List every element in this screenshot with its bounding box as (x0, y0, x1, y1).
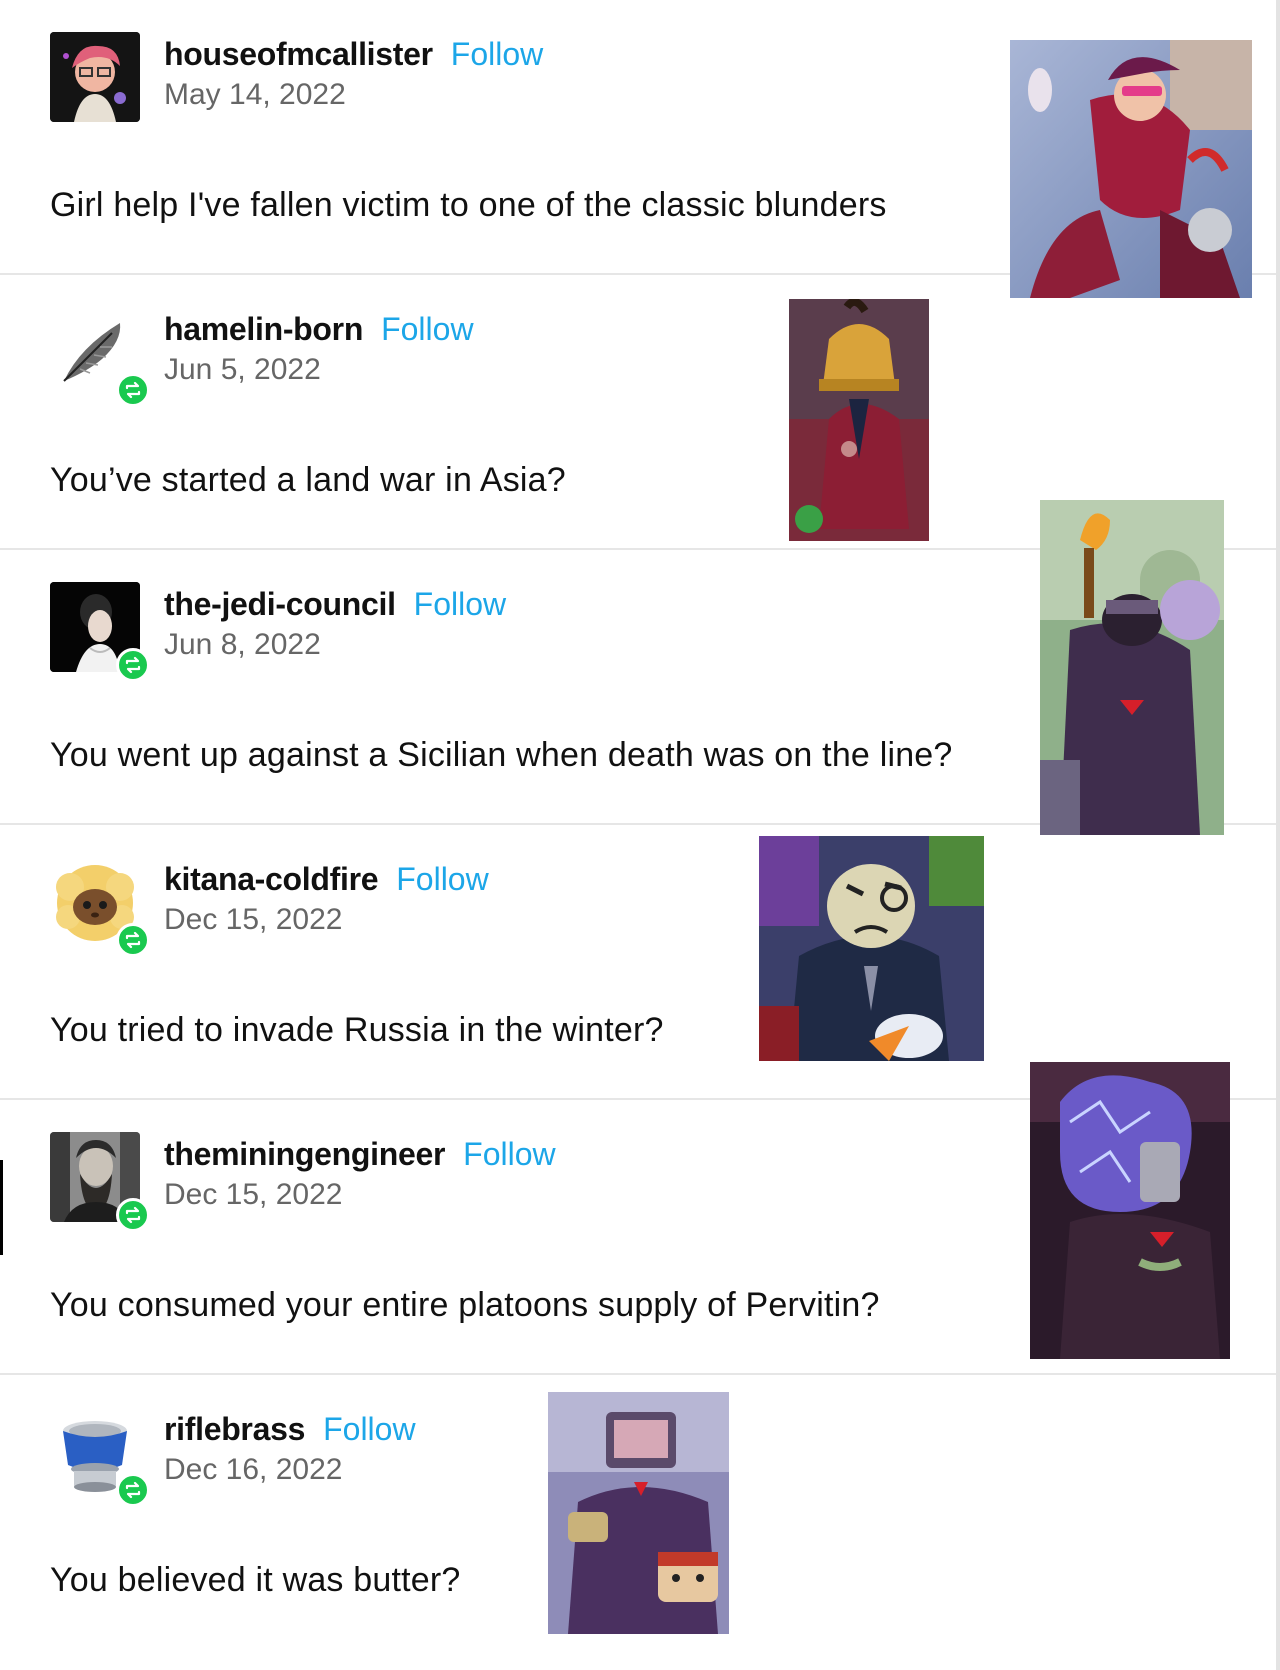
username[interactable]: kitana-coldfire (164, 861, 379, 898)
purple-haired-knight-art-icon (1030, 1062, 1230, 1359)
avatar-container[interactable] (50, 1407, 150, 1507)
post-meta: houseofmcallister Follow May 14, 2022 (164, 36, 543, 112)
monocled-moon-villain-art-icon (759, 836, 984, 1061)
post-meta: hamelin-born Follow Jun 5, 2022 (164, 311, 474, 387)
follow-button[interactable]: Follow (323, 1411, 415, 1448)
reblog-icon (116, 1198, 150, 1232)
reblog-icon (116, 648, 150, 682)
post-date[interactable]: Dec 15, 2022 (164, 1178, 556, 1212)
avatar-container[interactable] (50, 32, 140, 122)
follow-button[interactable]: Follow (414, 586, 506, 623)
post-text: You tried to invade Russia in the winter… (50, 1011, 664, 1049)
post-text: You consumed your entire platoons supply… (50, 1286, 880, 1324)
post-date[interactable]: Dec 16, 2022 (164, 1453, 416, 1487)
reblog-icon (116, 1473, 150, 1507)
username[interactable]: hamelin-born (164, 311, 363, 348)
pink-haired-drawn-character-avatar-icon[interactable] (50, 32, 140, 122)
follow-button[interactable]: Follow (381, 311, 473, 348)
red-suited-villain-leaping-art-icon (1010, 40, 1252, 298)
reblog-thread: houseofmcallister Follow May 14, 2022 Gi… (0, 0, 1280, 1670)
post-kitana-coldfire: kitana-coldfire Follow Dec 15, 2022 You … (0, 825, 1276, 1100)
post-meta: theminingengineer Follow Dec 15, 2022 (164, 1136, 556, 1212)
username[interactable]: houseofmcallister (164, 36, 433, 73)
follow-button[interactable]: Follow (463, 1136, 555, 1173)
avatar-container[interactable] (50, 1132, 150, 1232)
avatar-container[interactable] (50, 307, 150, 407)
post-date[interactable]: Dec 15, 2022 (164, 903, 489, 937)
post-text: You’ve started a land war in Asia? (50, 461, 566, 499)
post-text: You went up against a Sicilian when deat… (50, 736, 953, 774)
username[interactable]: riflebrass (164, 1411, 305, 1448)
post-meta: kitana-coldfire Follow Dec 15, 2022 (164, 861, 489, 937)
follow-button[interactable]: Follow (451, 36, 543, 73)
follow-button[interactable]: Follow (396, 861, 488, 898)
bell-headed-gentleman-art-icon (789, 299, 929, 541)
avatar-container[interactable] (50, 857, 150, 957)
post-text: You believed it was butter? (50, 1561, 461, 1599)
tv-headed-villain-eating-art-icon (548, 1392, 729, 1634)
reblog-icon (116, 373, 150, 407)
post-date[interactable]: Jun 5, 2022 (164, 353, 474, 387)
post-meta: the-jedi-council Follow Jun 8, 2022 (164, 586, 506, 662)
reblog-icon (116, 923, 150, 957)
torch-bearing-villain-art-icon (1040, 500, 1224, 835)
username[interactable]: the-jedi-council (164, 586, 396, 623)
post-date[interactable]: May 14, 2022 (164, 78, 543, 112)
avatar-container[interactable] (50, 582, 150, 682)
post-date[interactable]: Jun 8, 2022 (164, 628, 506, 662)
post-meta: riflebrass Follow Dec 16, 2022 (164, 1411, 416, 1487)
post-text: Girl help I've fallen victim to one of t… (50, 186, 887, 224)
username[interactable]: theminingengineer (164, 1136, 445, 1173)
